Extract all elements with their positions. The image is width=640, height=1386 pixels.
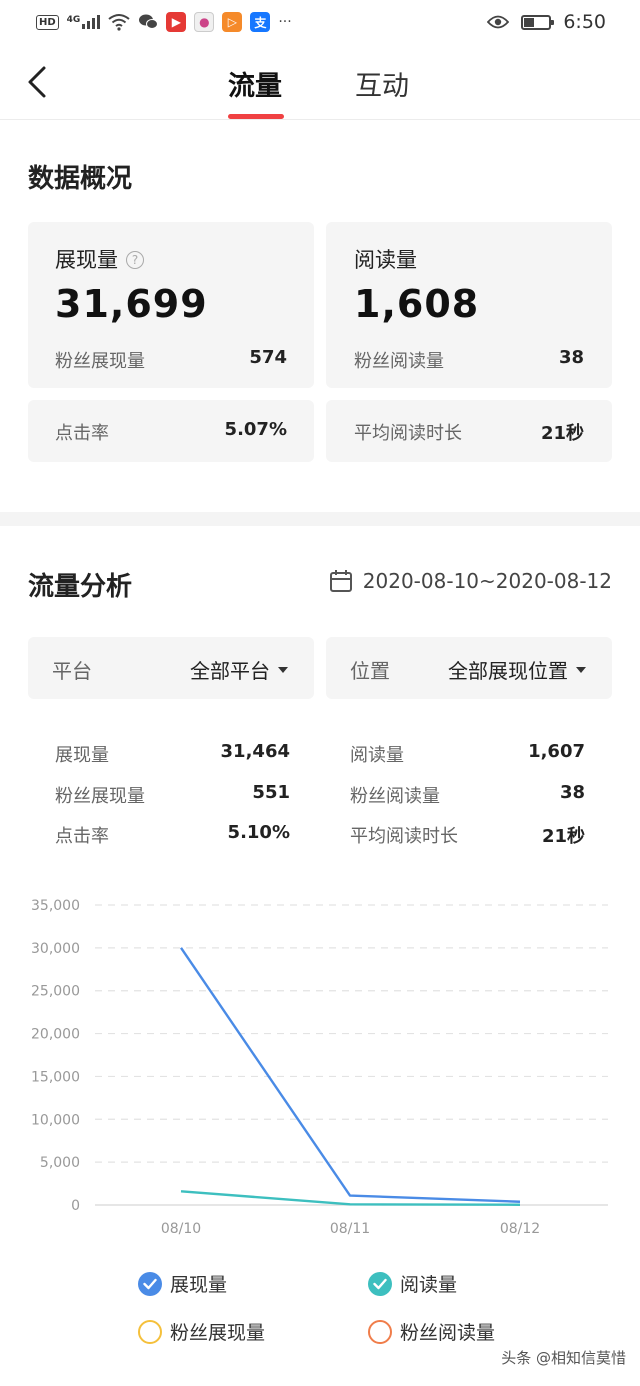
toutiao-app-icon: ▶: [166, 12, 187, 32]
status-bar: HD 4G ▶ ● ▷ 支 ··· 6:50: [0, 0, 640, 44]
clock: 6:50: [563, 11, 606, 33]
position-filter-value-wrap: 全部展现位置: [448, 655, 586, 684]
x-tick-label: 08/10: [161, 1221, 201, 1237]
back-arrow-icon[interactable]: [22, 62, 56, 102]
platform-filter-label: 平台: [52, 659, 92, 683]
help-icon[interactable]: ?: [126, 251, 144, 269]
impressions-value: 31,699: [55, 282, 208, 326]
impressions-label-wrap: 展现量?: [55, 244, 144, 274]
alipay-icon: 支: [250, 12, 271, 32]
tab-traffic[interactable]: 流量: [228, 64, 282, 103]
fan-reads-label: 粉丝阅读量: [354, 351, 444, 372]
y-tick-label: 10,000: [31, 1112, 80, 1128]
legend-fan-reads[interactable]: 粉丝阅读量: [368, 1318, 495, 1345]
legend-impressions-label: 展现量: [170, 1274, 228, 1296]
more-notifications-icon: ···: [278, 14, 292, 30]
stat-fan-reads-label: 粉丝阅读量: [350, 786, 440, 807]
video-app-icon: ▷: [222, 12, 243, 32]
overview-title: 数据概况: [28, 164, 133, 194]
y-tick-label: 35,000: [31, 898, 80, 914]
stat-fan-impressions-value: 551: [252, 782, 290, 803]
y-tick-label: 25,000: [31, 984, 80, 1000]
calendar-icon: [329, 570, 352, 592]
legend-fan-impressions[interactable]: 粉丝展现量: [138, 1318, 265, 1345]
traffic-line-chart: 0 5,000 10,000 15,000 20,000 25,000 30,000 35,0…: [31, 898, 608, 1237]
eye-icon: [487, 15, 510, 29]
y-tick-label: 20,000: [31, 1027, 80, 1043]
stat-ctr-value: 5.10%: [227, 822, 290, 843]
watermark: 头条 @相知信莫惜: [501, 1349, 626, 1367]
stat-reads-value: 1,607: [528, 741, 585, 762]
y-tick-label: 5,000: [40, 1155, 80, 1171]
legend-impressions[interactable]: 展现量: [138, 1270, 227, 1297]
position-filter[interactable]: 位置 全部展现位置: [326, 637, 612, 699]
stat-reads-label: 阅读量: [350, 745, 404, 766]
network-type: 4G: [66, 15, 81, 25]
position-filter-label: 位置: [350, 659, 390, 683]
fan-impressions-value: 574: [249, 347, 287, 368]
active-tab-indicator: [228, 114, 284, 119]
legend-reads-label: 阅读量: [400, 1274, 458, 1296]
dropdown-caret-icon: [576, 666, 586, 673]
ctr-value: 5.07%: [224, 419, 287, 440]
battery-icon: [521, 14, 555, 30]
stat-ctr-label: 点击率: [55, 826, 109, 847]
checked-circle-icon: [138, 1271, 162, 1296]
stat-impressions-value: 31,464: [220, 741, 290, 762]
wifi-icon: [108, 14, 130, 31]
y-tick-label: 15,000: [31, 1069, 80, 1085]
y-tick-label: 0: [71, 1198, 80, 1214]
ctr-label: 点击率: [55, 423, 109, 444]
stat-avg-time-label: 平均阅读时长: [350, 826, 458, 847]
date-range-picker[interactable]: 2020-08-10~2020-08-12: [329, 569, 612, 593]
top-nav: 流量 互动: [0, 44, 640, 120]
series-line-0: [180, 947, 521, 1203]
avg-time-value: 21秒: [540, 423, 584, 444]
legend-reads[interactable]: 阅读量: [368, 1270, 457, 1297]
position-filter-value: 全部展现位置: [448, 659, 568, 683]
reads-value: 1,608: [354, 282, 480, 326]
impressions-label: 展现量: [55, 248, 118, 272]
x-tick-label: 08/11: [330, 1221, 370, 1237]
ctr-card[interactable]: 点击率 5.07%: [28, 400, 314, 462]
avg-time-card[interactable]: 平均阅读时长 21秒: [326, 400, 612, 462]
avg-time-label: 平均阅读时长: [354, 423, 462, 444]
unchecked-circle-icon: [138, 1319, 162, 1344]
stat-fan-reads-value: 38: [559, 782, 585, 803]
legend-fan-impressions-label: 粉丝展现量: [170, 1322, 266, 1344]
impressions-card[interactable]: 展现量? 31,699 粉丝展现量 574: [28, 222, 314, 388]
analysis-title: 流量分析: [28, 572, 133, 602]
reads-label: 阅读量: [354, 248, 417, 272]
x-tick-label: 08/12: [500, 1221, 540, 1237]
app-icon: ●: [194, 12, 215, 32]
unchecked-circle-icon: [368, 1319, 392, 1344]
hd-indicator: HD: [36, 14, 59, 30]
stat-impressions-label: 展现量: [55, 745, 109, 766]
series-line-1: [180, 1190, 521, 1206]
platform-filter-value-wrap: 全部平台: [190, 655, 288, 684]
checked-circle-icon: [368, 1271, 392, 1296]
platform-filter-value: 全部平台: [190, 659, 270, 683]
wechat-icon: [139, 14, 159, 29]
legend-fan-reads-label: 粉丝阅读量: [400, 1322, 496, 1344]
platform-filter[interactable]: 平台 全部平台: [28, 637, 314, 699]
fan-reads-value: 38: [558, 347, 584, 368]
tab-interaction[interactable]: 互动: [355, 64, 409, 103]
dropdown-caret-icon: [278, 666, 288, 673]
stat-avg-time-value: 21秒: [541, 826, 585, 847]
date-range-text: 2020-08-10~2020-08-12: [362, 569, 612, 593]
fan-impressions-label: 粉丝展现量: [55, 351, 145, 372]
reads-card[interactable]: 阅读量 1,608 粉丝阅读量 38: [326, 222, 612, 388]
signal-icon: 4G: [67, 15, 101, 29]
y-tick-label: 30,000: [31, 941, 80, 957]
stat-fan-impressions-label: 粉丝展现量: [55, 786, 145, 807]
section-divider: [0, 512, 640, 526]
